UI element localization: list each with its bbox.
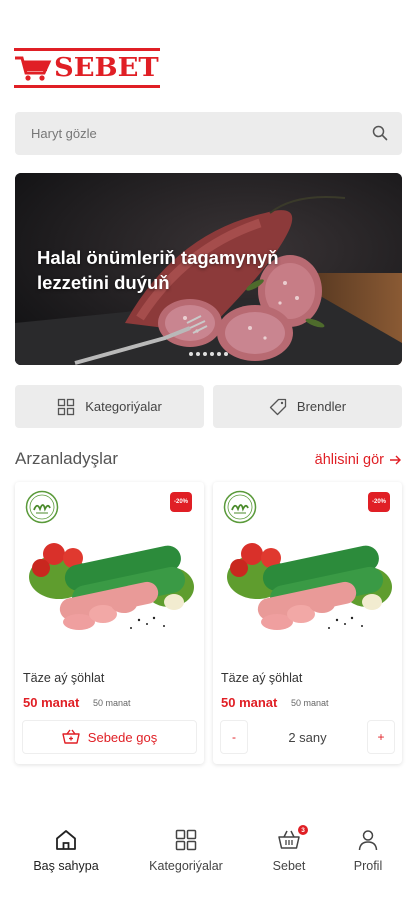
nav-item-home[interactable]: Baş sahypa [21, 828, 111, 873]
search-input[interactable] [15, 112, 335, 155]
product-price: 50 manat [221, 695, 278, 710]
add-to-cart-button[interactable]: Sebede goş [22, 720, 197, 754]
nav-item-label: Baş sahypa [33, 859, 99, 873]
product-image [29, 543, 194, 630]
bottom-navigation: Baş sahypa Kategoriýalar 3 Sebet Profil [0, 825, 415, 888]
search-bar [15, 112, 402, 155]
search-icon[interactable] [372, 125, 388, 141]
product-name[interactable]: Täze aý şöhlat [221, 671, 302, 685]
product-old-price: 50 manat [93, 698, 131, 708]
see-all-label: ählisini gör [314, 452, 384, 468]
sebet-logo: SEBET [14, 48, 160, 90]
carousel-dot[interactable] [196, 352, 200, 356]
logo-bar [14, 85, 160, 88]
logo-bar [14, 48, 160, 51]
brands-button-label: Brendler [296, 399, 347, 414]
nav-item-label: Profil [353, 859, 383, 873]
nav-item-label: Sebet [272, 859, 306, 873]
promo-banner[interactable]: Halal önümleriň tagamynyň lezzetini duýu… [15, 173, 402, 365]
product-price: 50 manat [23, 695, 80, 710]
discount-badge: -20% [170, 492, 192, 512]
carousel-dot[interactable] [224, 352, 228, 356]
nav-item-categories[interactable]: Kategoriýalar [141, 828, 231, 873]
home-icon [56, 830, 76, 850]
carousel-dot[interactable] [217, 352, 221, 356]
carousel-dot[interactable] [189, 352, 193, 356]
grid-icon [58, 398, 75, 415]
carousel-dot[interactable] [203, 352, 207, 356]
basket-icon [62, 729, 80, 744]
add-to-cart-label: Sebede goş [87, 729, 158, 745]
decrease-button[interactable]: - [220, 720, 248, 754]
quantity-stepper: - 2 sany + [220, 720, 395, 754]
product-image [227, 543, 392, 630]
carousel-dot[interactable] [210, 352, 214, 356]
categories-button-label: Kategoriýalar [85, 399, 162, 414]
product-name[interactable]: Täze aý şöhlat [23, 671, 104, 685]
brands-button[interactable]: Brendler [213, 385, 402, 428]
halal-badge-icon [25, 490, 59, 524]
product-old-price: 50 manat [291, 698, 329, 708]
see-all-link[interactable]: ählisini gör [315, 452, 401, 468]
cart-logo-icon [15, 56, 52, 81]
arrow-right-icon [390, 455, 401, 465]
user-icon [358, 830, 378, 851]
product-card[interactable]: -20% Täze aý şöhlat 50 manat 50 manat - … [213, 482, 402, 764]
nav-item-profile[interactable]: Profil [323, 828, 413, 873]
nav-item-label: Kategoriýalar [149, 859, 223, 873]
grid-icon [175, 829, 197, 851]
increase-button[interactable]: + [367, 720, 395, 754]
product-card[interactable]: -20% Täze aý şöhlat 50 manat 50 manat Se… [15, 482, 204, 764]
logo-wordmark: SEBET [54, 53, 159, 83]
quantity-value: 2 sany [288, 729, 327, 745]
halal-badge-icon [223, 490, 257, 524]
cart-count-badge: 3 [298, 825, 308, 835]
nav-item-cart[interactable]: 3 Sebet [244, 825, 334, 873]
categories-button[interactable]: Kategoriýalar [15, 385, 204, 428]
discount-badge: -20% [368, 492, 390, 512]
banner-title: Halal önümleriň tagamynyň lezzetini duýu… [37, 247, 279, 293]
carousel-indicator[interactable] [15, 352, 402, 356]
tag-icon [269, 398, 287, 415]
section-title: Arzanladyşlar [15, 449, 118, 468]
